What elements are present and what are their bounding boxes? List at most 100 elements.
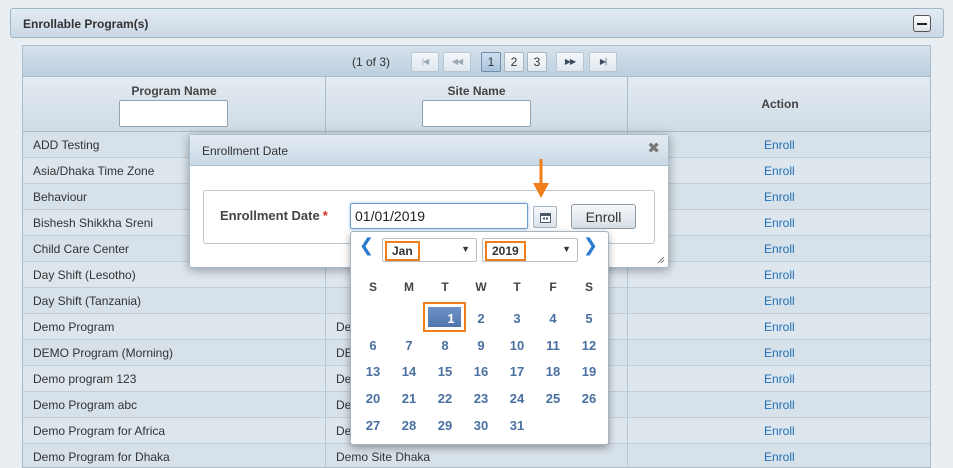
required-mark: *: [322, 208, 328, 223]
enroll-button[interactable]: Enroll: [571, 204, 636, 229]
weekday-header: W: [475, 280, 487, 294]
panel-header: Enrollable Program(s): [10, 8, 944, 38]
dialog-title: Enrollment Date: [202, 144, 289, 158]
calendar-day[interactable]: 24: [499, 391, 535, 406]
enroll-link[interactable]: Enroll: [764, 294, 795, 308]
calendar-day[interactable]: 3: [499, 311, 535, 326]
datepicker-popup: ❮ Jan ▼ 2019 ▼ ❯ S M T W T F S 1 2 3 4 5 6 7 8 9 10 11 12 1…: [350, 231, 609, 445]
enroll-link[interactable]: Enroll: [764, 424, 795, 438]
program-name-cell: Demo program 123: [33, 372, 137, 386]
next-month-icon[interactable]: ❯: [583, 235, 598, 256]
calendar-day[interactable]: 23: [463, 391, 499, 406]
program-name-cell: Demo Program for Africa: [33, 424, 166, 438]
close-icon[interactable]: ✖: [647, 141, 660, 156]
enrollment-date-label: Enrollment Date *: [220, 208, 328, 223]
calendar-day[interactable]: 6: [355, 338, 391, 353]
collapse-button[interactable]: [913, 15, 931, 32]
calendar-day[interactable]: 7: [391, 338, 427, 353]
prev-month-icon[interactable]: ❮: [359, 235, 374, 256]
program-name-cell: Bishesh Shikkha Sreni: [33, 216, 154, 230]
calendar-day[interactable]: 8: [427, 338, 463, 353]
next-page-button[interactable]: ▶▶: [556, 52, 584, 72]
enroll-link[interactable]: Enroll: [764, 190, 795, 204]
weekday-header: F: [549, 280, 557, 294]
weekday-header: M: [404, 280, 414, 294]
program-name-cell: Day Shift (Tanzania): [33, 294, 142, 308]
program-name-cell: DEMO Program (Morning): [33, 346, 174, 360]
enroll-link[interactable]: Enroll: [764, 164, 795, 178]
program-name-cell: Demo Program for Dhaka: [33, 450, 170, 464]
enroll-link[interactable]: Enroll: [764, 372, 795, 386]
table-row: Demo Program for Dhaka Demo Site Dhaka Enr…: [23, 444, 930, 467]
calendar-icon: [540, 213, 551, 223]
enroll-link[interactable]: Enroll: [764, 346, 795, 360]
pager-info: (1 of 3): [352, 55, 391, 69]
column-header-program[interactable]: Program Name: [23, 77, 326, 132]
enroll-link[interactable]: Enroll: [764, 268, 795, 282]
page-1-button[interactable]: 1: [481, 52, 501, 72]
enroll-link[interactable]: Enroll: [764, 242, 795, 256]
calendar-day[interactable]: 20: [355, 391, 391, 406]
weekday-header: S: [584, 280, 593, 294]
enroll-link[interactable]: Enroll: [764, 320, 795, 334]
program-name-cell: Day Shift (Lesotho): [33, 268, 136, 282]
calendar-day[interactable]: 18: [535, 364, 571, 379]
paginator: (1 of 3) |◀ ◀◀ 1 2 3 ▶▶ ▶|: [23, 46, 930, 77]
dialog-header: Enrollment Date ✖: [190, 135, 668, 166]
calendar-day[interactable]: 5: [571, 311, 607, 326]
enroll-link[interactable]: Enroll: [764, 216, 795, 230]
enrollment-date-input[interactable]: [350, 203, 528, 229]
calendar-day[interactable]: 12: [571, 338, 607, 353]
column-title-site: Site Name: [447, 84, 506, 98]
panel-title: Enrollable Program(s): [23, 17, 149, 31]
calendar-day[interactable]: 15: [427, 364, 463, 379]
calendar-day[interactable]: 21: [391, 391, 427, 406]
weekday-header: S: [368, 280, 377, 294]
enroll-link[interactable]: Enroll: [764, 450, 795, 464]
month-select[interactable]: Jan ▼: [382, 238, 477, 262]
program-name-cell: Behaviour: [33, 190, 88, 204]
year-value: 2019: [485, 241, 526, 261]
column-title-program: Program Name: [131, 84, 217, 98]
calendar-day[interactable]: 2: [463, 311, 499, 326]
calendar-day[interactable]: 25: [535, 391, 571, 406]
calendar-day[interactable]: 9: [463, 338, 499, 353]
calendar-day[interactable]: 17: [499, 364, 535, 379]
year-select[interactable]: 2019 ▼: [482, 238, 578, 262]
calendar-day[interactable]: 16: [463, 364, 499, 379]
column-header-site[interactable]: Site Name: [326, 77, 628, 132]
calendar-day[interactable]: 4: [535, 311, 571, 326]
calendar-day[interactable]: 28: [391, 418, 427, 433]
calendar-day[interactable]: 19: [571, 364, 607, 379]
prev-page-button[interactable]: ◀◀: [443, 52, 471, 72]
column-header-action: Action: [628, 77, 930, 132]
calendar-day[interactable]: 26: [571, 391, 607, 406]
first-page-button[interactable]: |◀: [411, 52, 439, 72]
calendar-day[interactable]: 13: [355, 364, 391, 379]
calendar-day[interactable]: 29: [427, 418, 463, 433]
page-2-button[interactable]: 2: [504, 52, 524, 72]
chevron-down-icon: ▼: [562, 244, 571, 254]
calendar-day[interactable]: 14: [391, 364, 427, 379]
program-filter-input[interactable]: [119, 100, 228, 127]
weekday-header: T: [513, 280, 521, 294]
month-value: Jan: [385, 241, 420, 261]
calendar-day[interactable]: 10: [499, 338, 535, 353]
calendar-button[interactable]: [533, 206, 557, 228]
page-3-button[interactable]: 3: [527, 52, 547, 72]
calendar-day[interactable]: 11: [535, 338, 571, 353]
arrow-down-icon: [533, 159, 549, 198]
resize-handle-icon[interactable]: [657, 256, 665, 264]
calendar-day[interactable]: 22: [427, 391, 463, 406]
chevron-down-icon: ▼: [461, 244, 470, 254]
program-name-cell: ADD Testing: [33, 138, 100, 152]
last-page-button[interactable]: ▶|: [589, 52, 617, 72]
calendar-day[interactable]: 27: [355, 418, 391, 433]
site-filter-input[interactable]: [422, 100, 531, 127]
program-name-cell: Demo Program: [33, 320, 115, 334]
enroll-link[interactable]: Enroll: [764, 398, 795, 412]
calendar-day[interactable]: 31: [499, 418, 535, 433]
site-name-cell: Demo Site Dhaka: [336, 450, 431, 464]
calendar-day[interactable]: 30: [463, 418, 499, 433]
enroll-link[interactable]: Enroll: [764, 138, 795, 152]
